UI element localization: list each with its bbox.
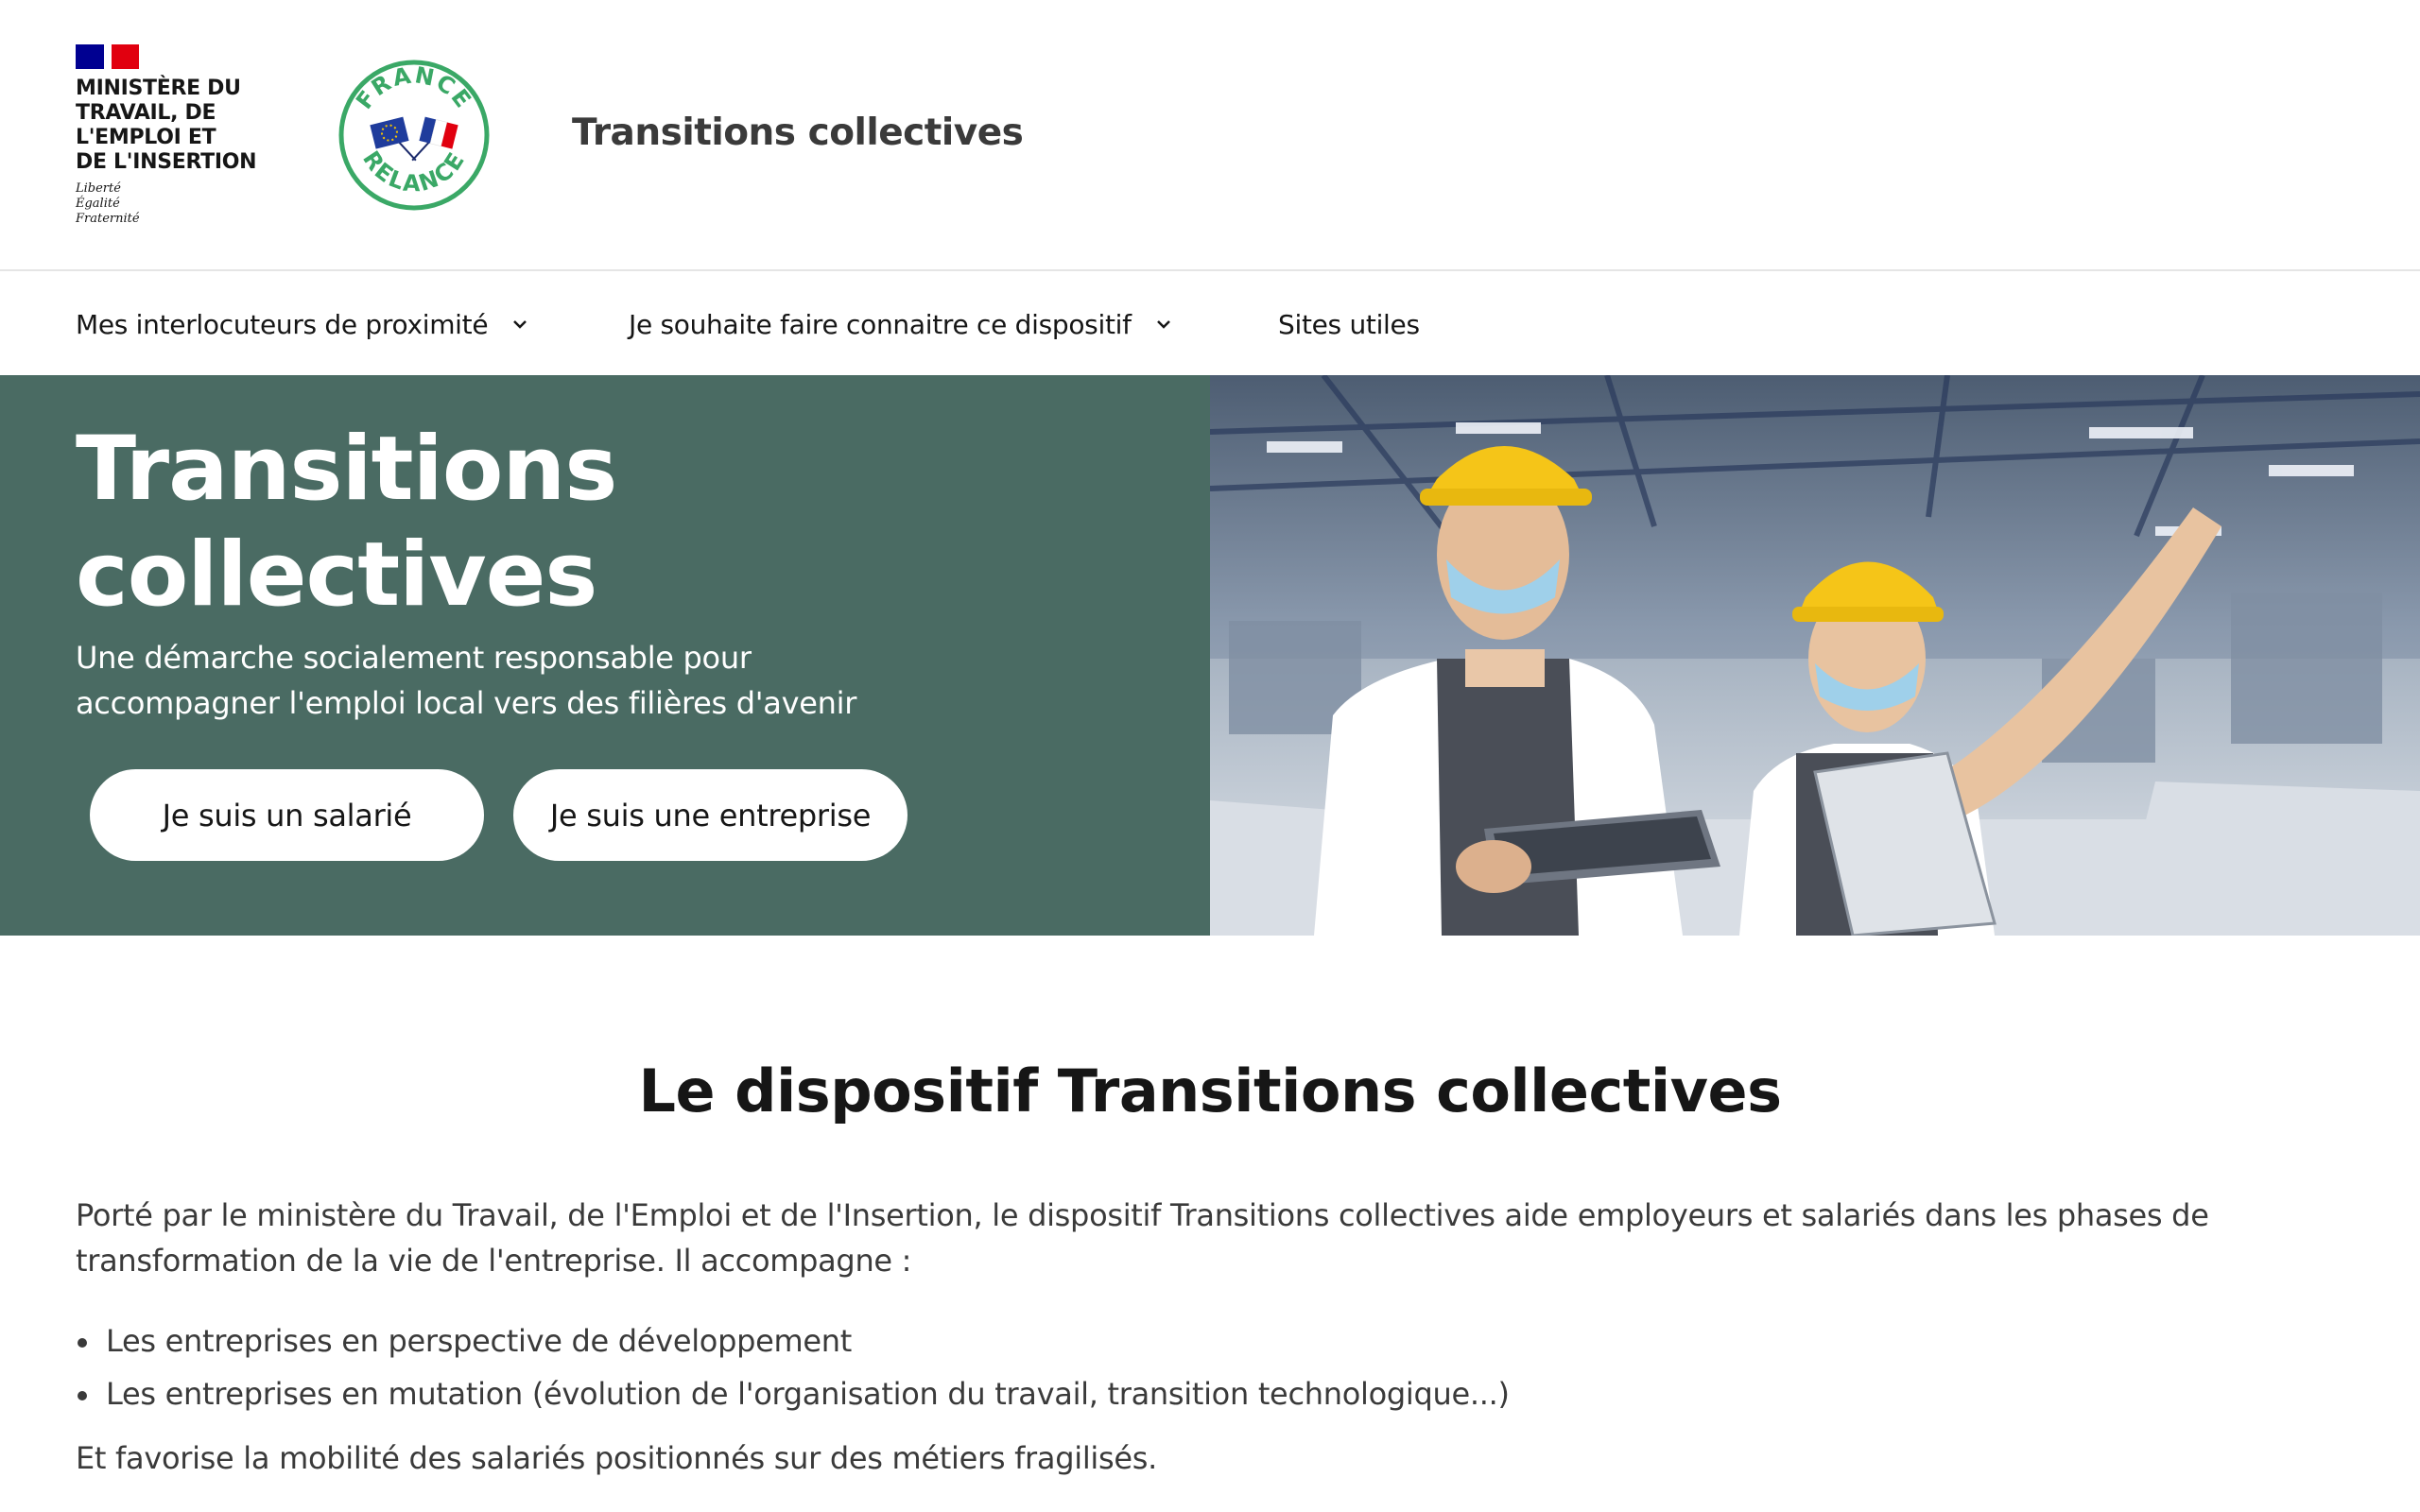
site-title[interactable]: Transitions collectives: [572, 112, 1024, 154]
hero-subtitle: Une démarche socialement responsable pou…: [76, 640, 857, 721]
intro-paragraph: Porté par le ministère du Travail, de l'…: [76, 1197, 2209, 1279]
list-item: Les entreprises en mutation (évolution d…: [76, 1367, 2250, 1420]
nav-item-label: Sites utiles: [1278, 308, 1420, 340]
beneficiaries-list: Les entreprises en perspective de dévelo…: [76, 1314, 2250, 1420]
entreprise-button[interactable]: Je suis une entreprise: [513, 769, 908, 861]
republic-motto: Liberté Égalité Fraternité: [76, 181, 140, 226]
list-item: Les entreprises en perspective de dévelo…: [76, 1314, 2250, 1367]
hero-title: Transitions collectives: [76, 418, 617, 627]
salarie-button[interactable]: Je suis un salarié: [90, 769, 484, 861]
outro-paragraph: Et favorise la mobilité des salariés pos…: [76, 1440, 1158, 1476]
nav-item-sites-utiles[interactable]: Sites utiles: [1278, 273, 1420, 375]
ministry-name: MINISTÈRE DU TRAVAIL, DE L'EMPLOI ET DE …: [76, 77, 257, 174]
site-header: MINISTÈRE DU TRAVAIL, DE L'EMPLOI ET DE …: [0, 0, 2420, 271]
hero-banner: Transitions collectives Une démarche soc…: [0, 375, 2420, 936]
main-navigation: Mes interlocuteurs de proximité Je souha…: [0, 273, 2420, 375]
nav-item-interlocuteurs[interactable]: Mes interlocuteurs de proximité: [76, 273, 531, 375]
nav-item-faire-connaitre[interactable]: Je souhaite faire connaitre ce dispositi…: [629, 273, 1175, 375]
nav-item-label: Mes interlocuteurs de proximité: [76, 308, 489, 340]
nav-item-label: Je souhaite faire connaitre ce dispositi…: [629, 308, 1132, 340]
hero-panel: Transitions collectives Une démarche soc…: [0, 375, 1210, 936]
hero-photo-factory-workers: [1210, 375, 2420, 936]
french-flag-icon: [76, 44, 139, 69]
france-relance-logo[interactable]: FRANCE RELANCE: [337, 59, 491, 212]
chevron-down-icon: [513, 320, 527, 329]
chevron-down-icon: [1156, 320, 1170, 329]
section-title: Le dispositif Transitions collectives: [638, 1057, 1782, 1125]
